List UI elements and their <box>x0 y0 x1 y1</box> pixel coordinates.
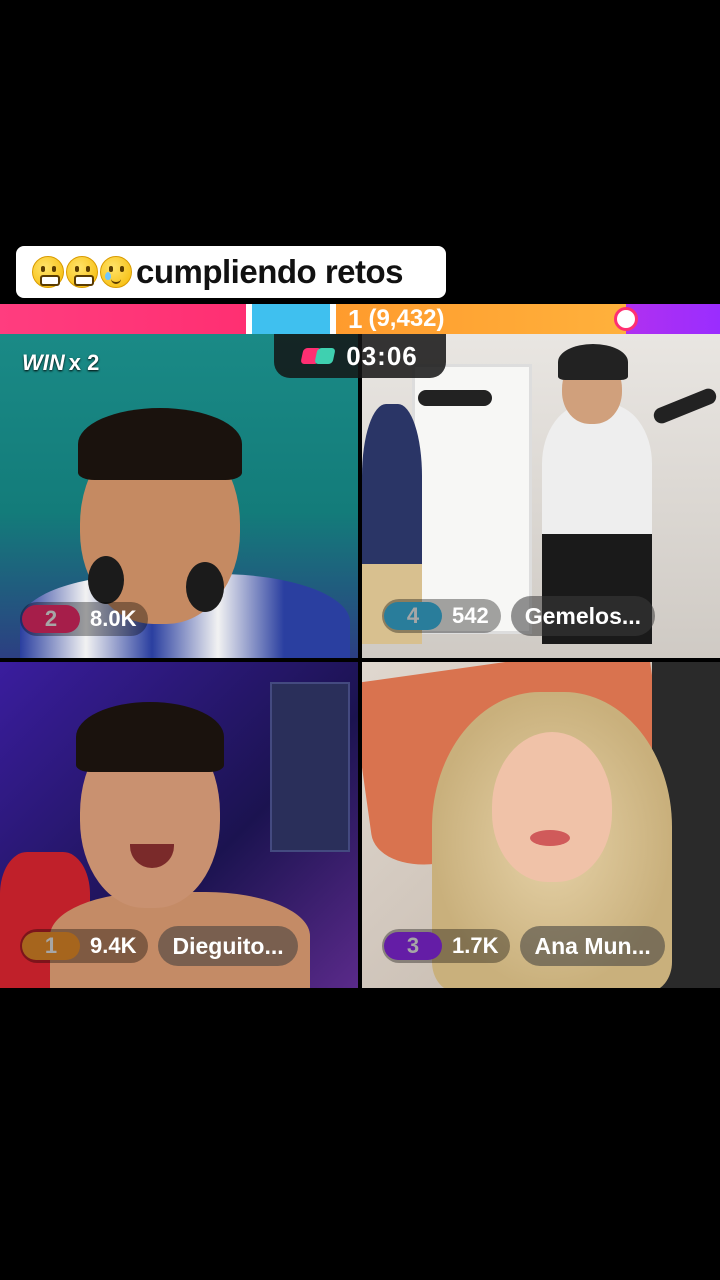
timer-text: 03:06 <box>346 340 418 371</box>
participant-tile[interactable]: 4 542 Gemelos... <box>362 334 720 658</box>
participant-name[interactable]: Ana Mun... <box>520 926 665 966</box>
battle-score-bar: 1 (9,432) <box>0 304 720 334</box>
face-paint <box>186 562 224 612</box>
participant-score-row: 4 542 Gemelos... <box>382 596 656 636</box>
bar-segment-rank-3 <box>614 304 720 334</box>
grimacing-face-icon <box>66 256 98 288</box>
bar-segment-rank-4 <box>252 304 330 334</box>
participant-name[interactable]: Gemelos... <box>510 596 656 636</box>
lips-shape <box>530 830 570 846</box>
caption-banner: cumpliendo retos <box>16 246 446 298</box>
participant-score-row: 3 1.7K Ana Mun... <box>382 926 665 966</box>
face-holding-back-tears-icon <box>100 256 132 288</box>
caption-text: cumpliendo retos <box>136 253 404 290</box>
cap-shape <box>558 344 628 380</box>
win-streak-badge: WIN x 2 <box>22 350 99 376</box>
dumbbell-shape <box>651 386 719 426</box>
person-shape <box>362 404 422 584</box>
score-value: 9.4K <box>20 929 149 963</box>
participant-tile[interactable]: WIN x 2 2 8.0K <box>0 334 358 658</box>
hair-shape <box>78 408 242 480</box>
live-battle-grid: WIN x 2 2 8.0K 4 542 Gemelos... 1 9.4K D… <box>0 334 720 988</box>
score-value: 1.7K <box>382 929 511 963</box>
face-paint <box>88 556 124 604</box>
face-shape <box>492 732 612 882</box>
participant-tile[interactable]: 3 1.7K Ana Mun... <box>362 662 720 988</box>
battle-timer: 03:06 <box>274 334 446 378</box>
participant-name[interactable]: Dieguito... <box>158 926 298 966</box>
bar-segment-rank-1: 1 (9,432) <box>336 304 626 334</box>
participant-tile[interactable]: 1 9.4K Dieguito... <box>0 662 358 988</box>
win-multiplier: x 2 <box>68 350 100 375</box>
participant-score-row: 1 9.4K Dieguito... <box>20 926 298 966</box>
score-value: 542 <box>382 599 501 633</box>
person-shape <box>542 404 652 554</box>
leader-score: (9,432) <box>368 305 445 332</box>
grimacing-face-icon <box>32 256 64 288</box>
wall-poster <box>270 682 350 852</box>
dumbbell-shape <box>418 390 492 406</box>
hair-shape <box>76 702 224 772</box>
battle-vs-icon <box>302 346 336 366</box>
leader-rank: 1 <box>348 303 363 334</box>
bar-segment-rank-2 <box>0 304 246 334</box>
win-label: WIN <box>22 350 65 375</box>
score-value: 8.0K <box>20 602 149 636</box>
participant-score-row: 2 8.0K <box>20 602 149 636</box>
gift-icon <box>614 307 638 331</box>
